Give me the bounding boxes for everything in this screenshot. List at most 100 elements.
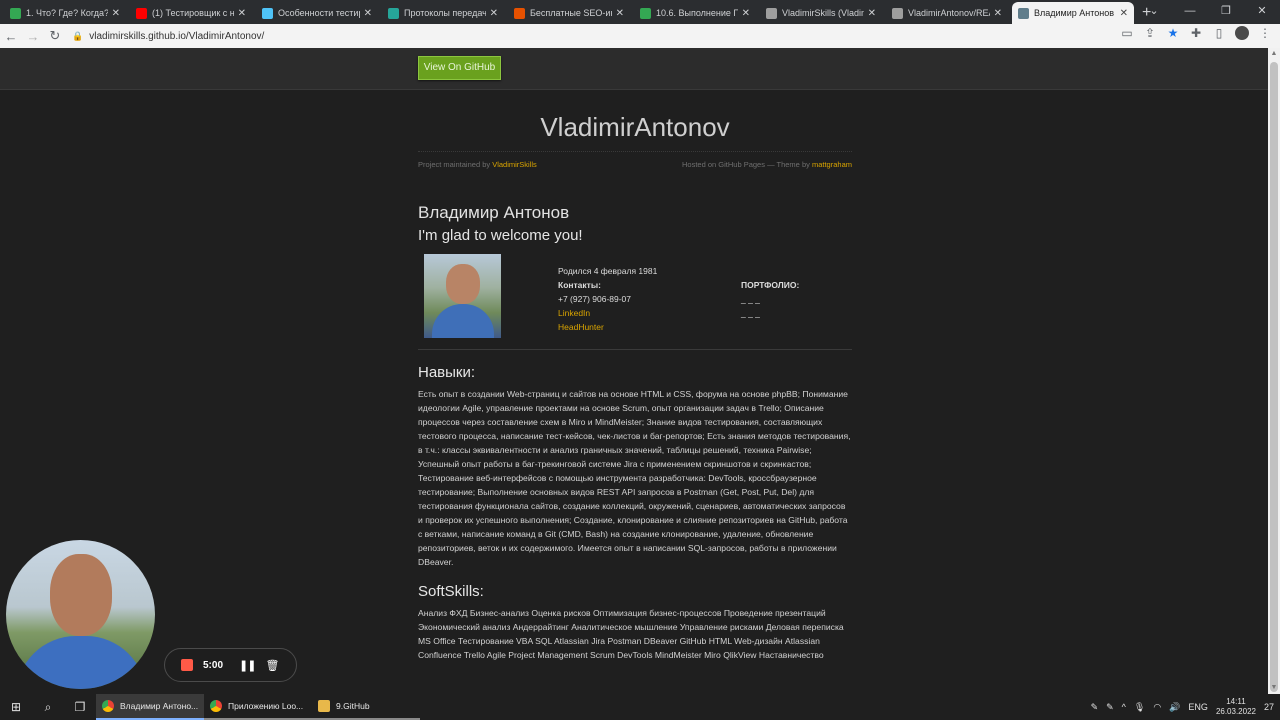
restore-icon[interactable]: ❐ — [1208, 0, 1244, 24]
tab-title: (1) Тестировщик с ну... — [152, 8, 234, 18]
taskbar-app-label: Владимир Антоно... — [120, 701, 199, 711]
reload-icon[interactable]: ↻ — [44, 28, 66, 44]
language-indicator[interactable]: ENG — [1188, 702, 1208, 712]
taskbar-app[interactable]: Приложению Loo... — [204, 694, 312, 720]
toolbar-actions: ▭ ⇪ ★ ✚ ▯ ⋮ — [1120, 26, 1272, 40]
welcome-text: I'm glad to welcome you! — [418, 227, 583, 244]
browser-tabstrip: 1. Что? Где? Когда? | ...✕(1) Тестировщи… — [0, 0, 1280, 24]
browser-tab[interactable]: Владимир Антонов | ✕ — [1012, 2, 1134, 24]
site-title: VladimirAntonov — [418, 112, 852, 152]
scroll-thumb[interactable] — [1270, 62, 1278, 692]
task-view-icon[interactable]: ❐ — [64, 700, 96, 714]
menu-kebab-icon[interactable]: ⋮ — [1258, 26, 1272, 40]
clock[interactable]: 14:11 26.03.2022 — [1216, 697, 1256, 717]
browser-tab[interactable]: Протоколы передач... ✕ — [382, 2, 504, 24]
portfolio-item[interactable]: _ _ _ — [741, 292, 799, 306]
contacts-label: Контакты: — [558, 280, 601, 290]
close-tab-icon[interactable]: ✕ — [742, 8, 750, 19]
profile-photo — [424, 254, 501, 338]
phone-number: +7 (927) 906-89-07 — [558, 294, 632, 304]
close-tab-icon[interactable]: ✕ — [1120, 8, 1128, 19]
minimize-icon[interactable]: — — [1172, 0, 1208, 24]
page-scrollbar[interactable]: ▲ ▼ — [1268, 48, 1280, 694]
linkedin-link[interactable]: LinkedIn — [558, 306, 657, 320]
portfolio-item[interactable]: _ _ _ — [741, 306, 799, 320]
pen-icon[interactable]: ✎ — [1106, 702, 1114, 713]
share-icon[interactable]: ⇪ — [1143, 26, 1157, 40]
browser-tab[interactable]: VladimirSkills (Vladim... ✕ — [760, 2, 882, 24]
person-name: Владимир Антонов — [418, 203, 570, 222]
favicon-icon — [262, 7, 273, 19]
maintained-by: Project maintained by VladimirSkills — [418, 160, 537, 169]
browser-tab[interactable]: 1. Что? Где? Когда? | ... ✕ — [4, 2, 126, 24]
notifications-badge[interactable]: 27 — [1264, 702, 1274, 712]
browser-tab[interactable]: Бесплатные SEO-инс... ✕ — [508, 2, 630, 24]
tab-title: VladimirSkills (Vladim... — [782, 8, 864, 18]
close-tab-icon[interactable]: ✕ — [364, 8, 372, 19]
tab-title: VladimirAntonov/REA... — [908, 8, 990, 18]
back-icon[interactable]: ← — [0, 29, 22, 44]
portfolio-label: ПОРТФОЛИО: — [741, 280, 800, 290]
headhunter-link[interactable]: HeadHunter — [558, 320, 657, 334]
skills-heading: Навыки: — [418, 364, 476, 381]
volume-icon[interactable]: 🔊 — [1169, 702, 1180, 713]
birth-date: Родился 4 февраля 1981 — [558, 266, 658, 276]
skills-text: Есть опыт в создании Web-страниц и сайто… — [418, 389, 851, 567]
tab-title: 10.6. Выполнение Пр... — [656, 8, 738, 18]
profile-section: Родился 4 февраля 1981 Контакты: +7 (927… — [418, 252, 852, 350]
maintainer-link[interactable]: VladimirSkills — [492, 160, 537, 169]
cast-icon[interactable]: ▭ — [1120, 26, 1134, 40]
tab-title: Протоколы передач... — [404, 8, 486, 18]
view-on-github-button[interactable]: View On GitHub — [418, 56, 501, 80]
forward-icon[interactable]: → — [22, 29, 44, 44]
pen-icon[interactable]: ✎ — [1091, 702, 1099, 713]
microphone-icon[interactable]: 🎙 — [1134, 702, 1145, 713]
close-tab-icon[interactable]: ✕ — [112, 8, 120, 19]
chrome-icon — [102, 700, 114, 712]
extensions-icon[interactable]: ✚ — [1189, 26, 1203, 40]
browser-tab[interactable]: 10.6. Выполнение Пр... ✕ — [634, 2, 756, 24]
close-tab-icon[interactable]: ✕ — [238, 8, 246, 19]
address-bar[interactable]: 🔒 vladimirskills.github.io/VladimirAnton… — [72, 26, 264, 46]
taskbar-app[interactable]: 9.GitHub — [312, 694, 420, 720]
window-controls: ⌄ — ❐ ✕ — [1136, 0, 1280, 24]
browser-tab[interactable]: Особенности тестир... ✕ — [256, 2, 378, 24]
close-tab-icon[interactable]: ✕ — [868, 8, 876, 19]
tab-title: 1. Что? Где? Когда? | ... — [26, 8, 108, 18]
lock-icon[interactable]: 🔒 — [72, 31, 83, 42]
close-tab-icon[interactable]: ✕ — [994, 8, 1002, 19]
webcam-bubble[interactable] — [6, 540, 155, 689]
close-tab-icon[interactable]: ✕ — [616, 8, 624, 19]
profile-avatar[interactable] — [1235, 26, 1249, 40]
tray-arrow-icon[interactable]: ^ — [1122, 702, 1126, 712]
recording-timer: 5:00 — [203, 659, 224, 671]
contact-info: Родился 4 февраля 1981 Контакты: +7 (927… — [558, 264, 657, 334]
bookmark-star-icon[interactable]: ★ — [1166, 26, 1180, 40]
pause-icon[interactable]: ❚❚ — [239, 659, 256, 672]
taskbar-apps: Владимир Антоно... Приложению Loo... 9.Git… — [96, 694, 420, 720]
stop-recording-icon[interactable] — [181, 659, 193, 671]
scroll-down-icon[interactable]: ▼ — [1268, 682, 1280, 694]
browser-tab[interactable]: (1) Тестировщик с ну... ✕ — [130, 2, 252, 24]
close-window-icon[interactable]: ✕ — [1244, 0, 1280, 24]
taskbar-app-label: 9.GitHub — [336, 701, 370, 711]
tab-title: Владимир Антонов | — [1034, 8, 1116, 18]
favicon-icon — [766, 7, 777, 19]
browser-tab[interactable]: VladimirAntonov/REA... ✕ — [886, 2, 1008, 24]
close-tab-icon[interactable]: ✕ — [490, 8, 498, 19]
wifi-icon[interactable]: ◠ — [1153, 702, 1161, 713]
taskbar-app-label: Приложению Loo... — [228, 701, 304, 711]
taskbar-app[interactable]: Владимир Антоно... — [96, 694, 204, 720]
side-panel-icon[interactable]: ▯ — [1212, 26, 1226, 40]
theme-author-link[interactable]: mattgraham — [812, 160, 852, 169]
favicon-icon — [10, 7, 21, 19]
browser-toolbar: ← → ↻ 🔒 vladimirskills.github.io/Vladimi… — [0, 24, 1280, 48]
tab-title: Бесплатные SEO-инс... — [530, 8, 612, 18]
search-icon[interactable]: ⌕ — [32, 700, 64, 715]
windows-start-icon[interactable]: ⊞ — [0, 700, 32, 714]
tab-title: Особенности тестир... — [278, 8, 360, 18]
system-tray: ✎ ✎ ^ 🎙 ◠ 🔊 ENG 14:11 26.03.2022 27 — [1091, 694, 1280, 720]
scroll-up-icon[interactable]: ▲ — [1268, 48, 1280, 60]
trash-icon[interactable]: 🗑 — [265, 659, 279, 672]
chevron-down-icon[interactable]: ⌄ — [1136, 0, 1172, 24]
